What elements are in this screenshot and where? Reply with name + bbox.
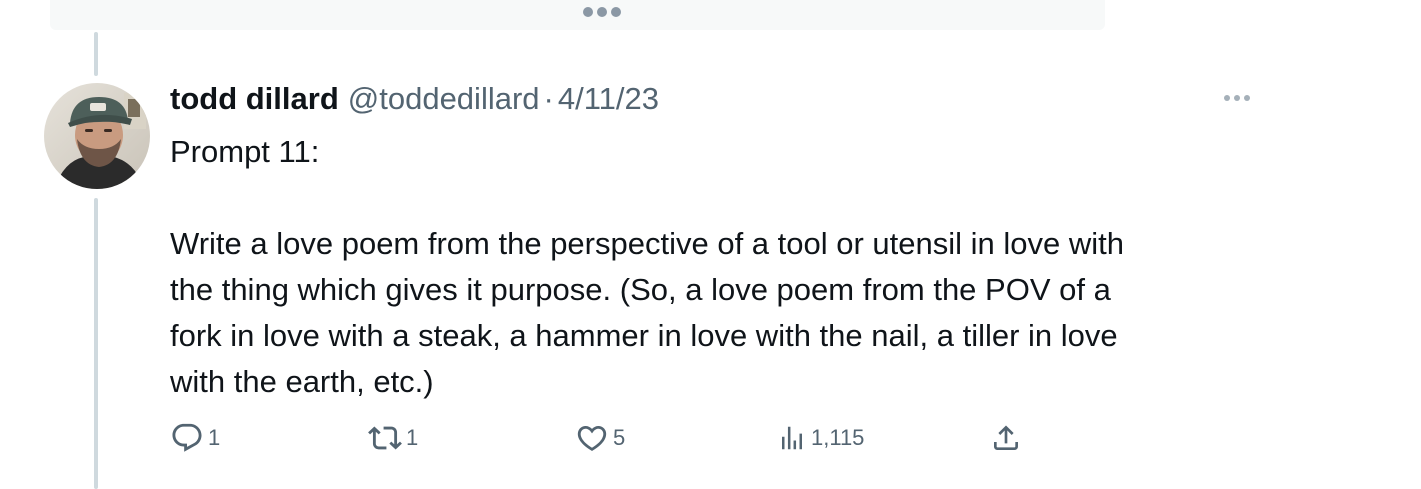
- tweet-text: Prompt 11: Write a love poem from the pe…: [170, 129, 1290, 405]
- views-icon: [782, 426, 802, 450]
- heart-icon: [577, 425, 607, 451]
- share-button[interactable]: [990, 418, 1022, 458]
- tweet-header: todd dillard @toddedillard · 4/11/23: [170, 78, 659, 120]
- more-icon[interactable]: [1224, 95, 1250, 101]
- tweet-text-line: Prompt 11:: [170, 134, 320, 169]
- retweet-count: 1: [406, 425, 419, 450]
- retweet-button[interactable]: 1: [368, 418, 418, 458]
- thread-connector-line: [94, 32, 98, 76]
- reply-count: 1: [208, 425, 221, 450]
- tweet-text-line: the thing which gives it purpose. (So, a…: [170, 272, 1111, 307]
- reply-button[interactable]: 1: [170, 418, 220, 458]
- reply-icon: [172, 423, 202, 452]
- like-count: 5: [613, 425, 626, 450]
- tweet-text-line: Write a love poem from the perspective o…: [170, 226, 1124, 261]
- author-handle[interactable]: @toddedillard: [348, 81, 540, 117]
- tweet-text-line: with the earth, etc.): [170, 364, 434, 399]
- views-count: 1,115: [811, 425, 865, 450]
- thread-connector-line: [94, 198, 98, 489]
- tweet-text-line: fork in love with a steak, a hammer in l…: [170, 318, 1118, 353]
- author-name[interactable]: todd dillard: [170, 81, 339, 117]
- like-button[interactable]: 5: [575, 418, 625, 458]
- previous-tweet-collapsed-bar[interactable]: [50, 0, 1105, 30]
- share-icon: [994, 425, 1018, 450]
- views-button[interactable]: 1,115: [777, 418, 864, 458]
- tweet-actions-bar: 1 1 5 1,115: [170, 418, 1070, 458]
- retweet-icon: [368, 426, 402, 450]
- header-separator: ·: [543, 81, 554, 116]
- avatar[interactable]: [44, 83, 150, 189]
- avatar-photo: [44, 83, 150, 189]
- show-more-replies-icon[interactable]: [583, 7, 621, 17]
- tweet-date[interactable]: 4/11/23: [558, 81, 659, 117]
